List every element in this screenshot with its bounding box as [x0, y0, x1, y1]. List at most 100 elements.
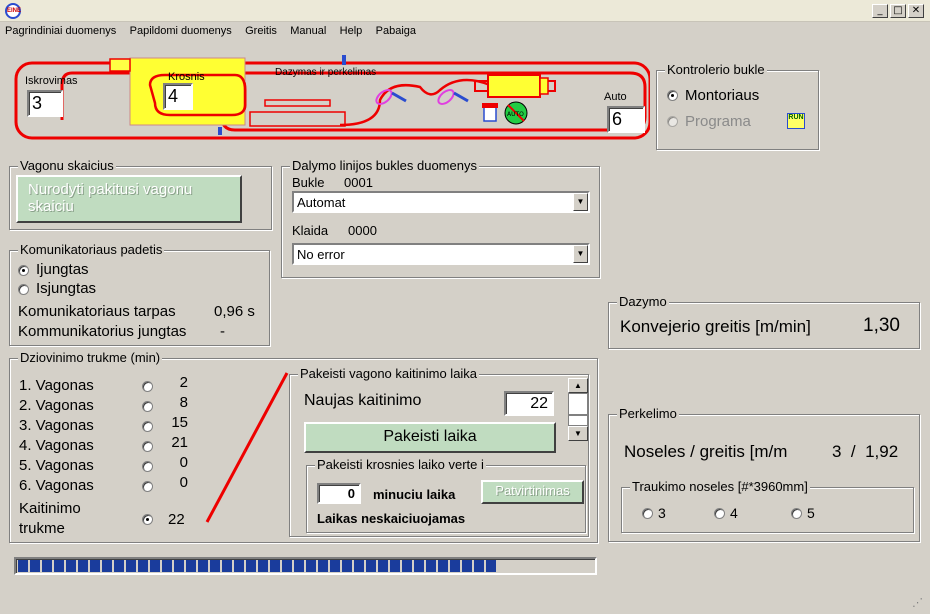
progress-bar	[14, 557, 597, 575]
krosnies-sub-group: Pakeisti krosnies laiko verte i 0 minuci…	[306, 457, 586, 533]
vagonas-1-radio[interactable]	[142, 381, 153, 392]
paint-path	[339, 78, 491, 127]
naujas-input[interactable]: 22	[504, 391, 554, 416]
nurodyti-line2: skaiciu	[28, 198, 74, 215]
programa-label: Programa	[685, 113, 751, 130]
bukle-dropdown-icon[interactable]: ▼	[573, 193, 588, 211]
progress-segment	[258, 560, 268, 572]
vagonas-2-value: 8	[179, 394, 188, 411]
jungtas-label: Kommunikatorius jungtas	[18, 323, 187, 340]
maximize-button[interactable]: □	[890, 4, 906, 18]
traukimo-radio-4[interactable]	[714, 508, 725, 519]
komunikatoriaus-title: Komunikatoriaus padetis	[18, 242, 165, 257]
bukle-select[interactable]: Automat ▼	[292, 191, 590, 213]
spin-up-icon[interactable]: ▲	[568, 378, 588, 393]
run-icon[interactable]: RUN	[787, 113, 805, 129]
minutes-input[interactable]: 0	[317, 483, 361, 504]
bukle-select-value: Automat	[297, 195, 346, 210]
progress-segment	[126, 560, 136, 572]
komunikatoriaus-group: Komunikatoriaus padetis Ijungtas Isjungt…	[9, 242, 270, 346]
vagonas-4-label: 4. Vagonas	[19, 437, 94, 454]
pakeisti-group: Pakeisti vagono kaitinimo laika Naujas k…	[289, 366, 589, 537]
traukimo-radio-3[interactable]	[642, 508, 653, 519]
progress-segment	[78, 560, 88, 572]
progress-segment	[462, 560, 472, 572]
menu-help[interactable]: Help	[335, 22, 368, 37]
jungtas-value: -	[220, 323, 225, 340]
pakeisti-laika-button[interactable]: Pakeisti laika	[304, 422, 556, 453]
progress-segment	[402, 560, 412, 572]
konvejerio-label: Konvejerio greitis [m/min]	[620, 317, 811, 336]
menu-greitis[interactable]: Greitis	[240, 22, 282, 37]
vagonas-5-radio[interactable]	[142, 461, 153, 472]
vagonas-2-radio[interactable]	[142, 401, 153, 412]
spin-track[interactable]	[568, 393, 588, 415]
perkelimo-group: Perkelimo Noseles / greitis [m/m 3 / 1,9…	[608, 406, 920, 542]
vagonas-6-label: 6. Vagonas	[19, 477, 94, 494]
klaida-dropdown-icon[interactable]: ▼	[573, 245, 588, 263]
resize-grip-icon[interactable]: ⋰	[912, 596, 928, 612]
progress-segment	[390, 560, 400, 572]
vagonas-3-radio[interactable]	[142, 421, 153, 432]
progress-segment	[234, 560, 244, 572]
nurodyti-vagonu-button[interactable]: Nurodyti pakitusi vagonu skaiciu	[16, 175, 242, 223]
ijungtas-radio[interactable]	[18, 265, 29, 276]
dazymas-label: Dazymas ir perkelimas	[275, 67, 377, 78]
traukimo-option-4: 4	[730, 505, 738, 521]
konvejerio-value: 1,30	[863, 315, 900, 336]
close-button[interactable]: ✕	[908, 4, 924, 18]
tarpas-label: Komunikatoriaus tarpas	[18, 303, 176, 320]
nurodyti-line1: Nurodyti pakitusi vagonu	[28, 181, 193, 198]
progress-segment	[318, 560, 328, 572]
minutes-label: minuciu laika	[373, 487, 456, 502]
programa-radio[interactable]	[667, 116, 678, 127]
progress-segment	[282, 560, 292, 572]
progress-segment	[174, 560, 184, 572]
perkelimo-title: Perkelimo	[617, 406, 679, 421]
transfer-unit	[474, 74, 556, 98]
vagonas-3-value: 15	[171, 414, 188, 431]
progress-segment	[198, 560, 208, 572]
montoriaus-radio[interactable]	[667, 90, 678, 101]
vagonas-4-radio[interactable]	[142, 441, 153, 452]
noseles-value: 3 / 1,92	[832, 442, 899, 461]
auto-input[interactable]: 6	[607, 106, 645, 133]
vagonas-5-value: 0	[179, 454, 188, 471]
vagonu-group: Vagonu skaicius Nurodyti pakitusi vagonu…	[9, 158, 272, 230]
progress-segment	[210, 560, 220, 572]
menu-pagrindiniai[interactable]: Pagrindiniai duomenys	[0, 22, 121, 37]
spin-down-icon[interactable]: ▼	[568, 426, 588, 441]
menu-pabaiga[interactable]: Pabaiga	[371, 22, 421, 37]
krosnis-input[interactable]: 4	[163, 83, 193, 110]
minimize-button[interactable]: _	[872, 4, 888, 18]
auto-label: Auto	[604, 91, 627, 103]
traukimo-option-5: 5	[807, 505, 815, 521]
progress-segment	[54, 560, 64, 572]
bukle-code: 0001	[344, 175, 373, 190]
menu-papildomi[interactable]: Papildomi duomenys	[125, 22, 237, 37]
progress-fill	[18, 560, 593, 572]
krosnis-label: Krosnis	[168, 71, 205, 83]
progress-segment	[150, 560, 160, 572]
paint-gun-1-icon	[375, 89, 407, 105]
spin-track-lower[interactable]	[568, 415, 588, 426]
klaida-select[interactable]: No error ▼	[292, 243, 590, 265]
stop-button-icon	[482, 103, 498, 122]
menu-bar: Pagrindiniai duomenys Papildomi duomenys…	[0, 22, 930, 42]
kaitinimo-radio[interactable]	[142, 514, 153, 525]
vagonas-6-radio[interactable]	[142, 481, 153, 492]
progress-segment	[102, 560, 112, 572]
iskrovimas-input[interactable]: 3	[27, 90, 63, 117]
isjungtas-radio[interactable]	[18, 284, 29, 295]
menu-manual[interactable]: Manual	[285, 22, 331, 37]
patvirtinimas-button[interactable]: Patvirtinimas	[481, 480, 584, 504]
progress-segment	[426, 560, 436, 572]
kaitinimo-label: Kaitinimo	[19, 500, 81, 517]
link-line	[205, 372, 289, 523]
traukimo-option-3: 3	[658, 505, 666, 521]
traukimo-radio-5[interactable]	[791, 508, 802, 519]
progress-segment	[486, 560, 496, 572]
progress-segment	[90, 560, 100, 572]
klaida-label: Klaida	[292, 223, 329, 238]
traukimo-title: Traukimo noseles [#*3960mm]	[630, 479, 810, 494]
